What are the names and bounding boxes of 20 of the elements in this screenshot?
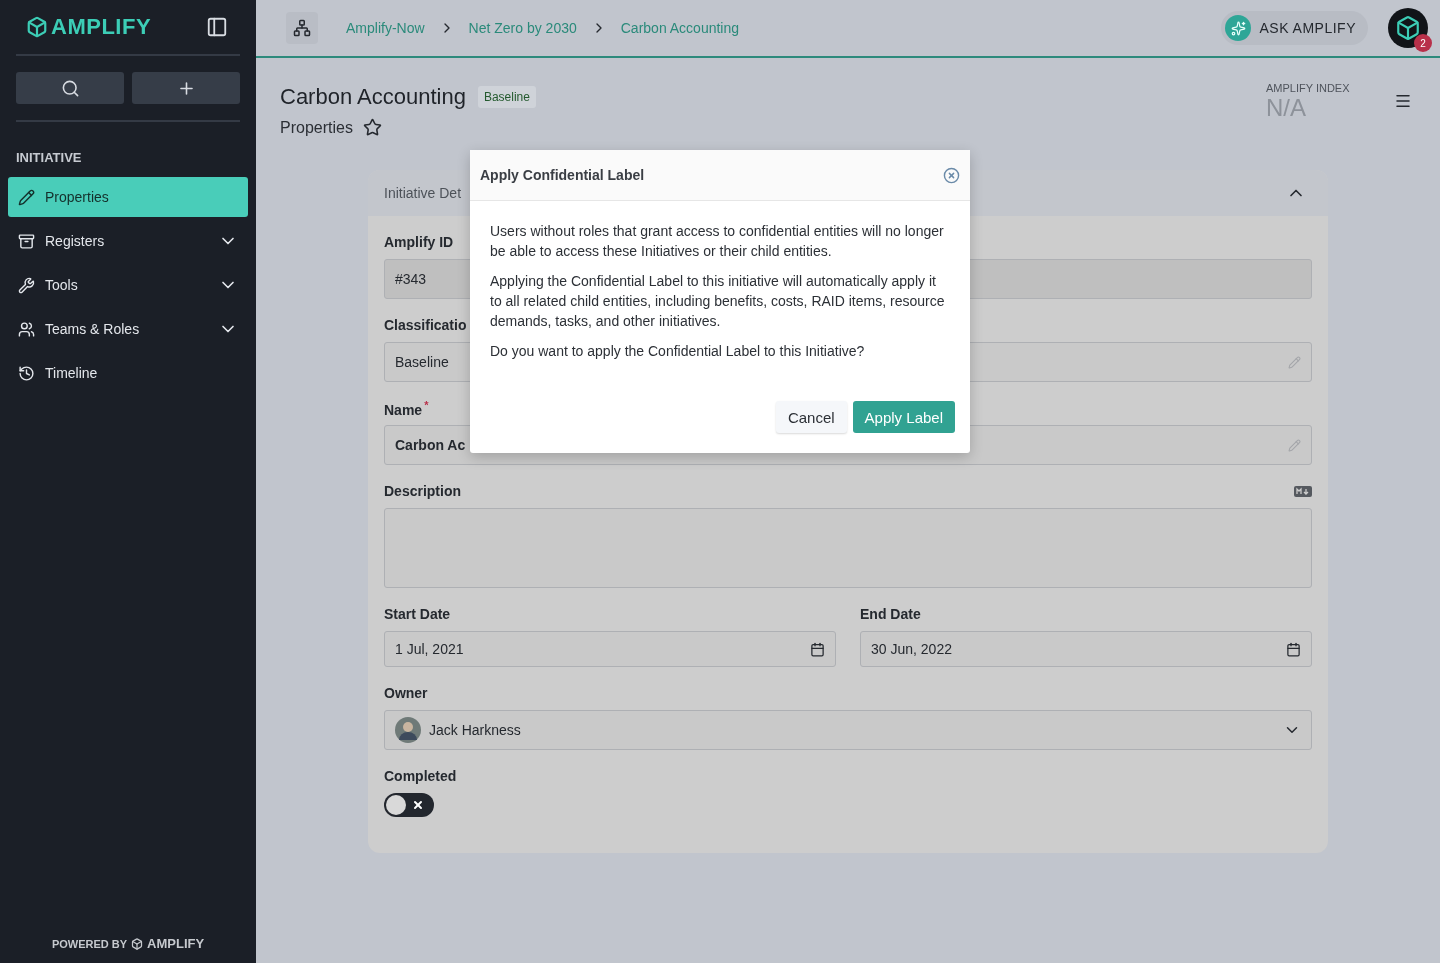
field-label: Completed <box>384 768 457 784</box>
section-heading: INITIATIVE <box>15 149 83 167</box>
page-subtitle: Properties <box>280 118 353 137</box>
field-label: End Date <box>860 606 921 622</box>
page-title: Carbon Accounting <box>280 84 466 110</box>
dialog-title: Apply Confidential Label <box>480 167 645 183</box>
notification-badge: 2 <box>1414 34 1432 52</box>
dialog-text: Users without roles that grant access to confidential entities will no longer be able to access these Initiatives or their child entities. <box>490 222 945 261</box>
index-label: AMPLIFY INDEX <box>1266 82 1351 94</box>
field-label: Name$^{*}$ <box>384 398 429 418</box>
field-label: Start Date <box>384 606 451 622</box>
field-label: Classificatio <box>384 317 467 333</box>
field-label: Description <box>384 483 461 499</box>
amplify-logo: AMPLIFY <box>26 14 152 40</box>
field-label: Amplify ID <box>384 234 454 250</box>
status-tag: Baseline <box>477 86 536 108</box>
field-label: Owner <box>384 685 428 701</box>
powered-by-footer: POWERED BY AMPLIFY <box>8 936 248 963</box>
card-title: Initiative Det <box>384 185 462 201</box>
dialog-text: Do you want to apply the Confidential Label to this Initiative? <box>490 342 866 361</box>
